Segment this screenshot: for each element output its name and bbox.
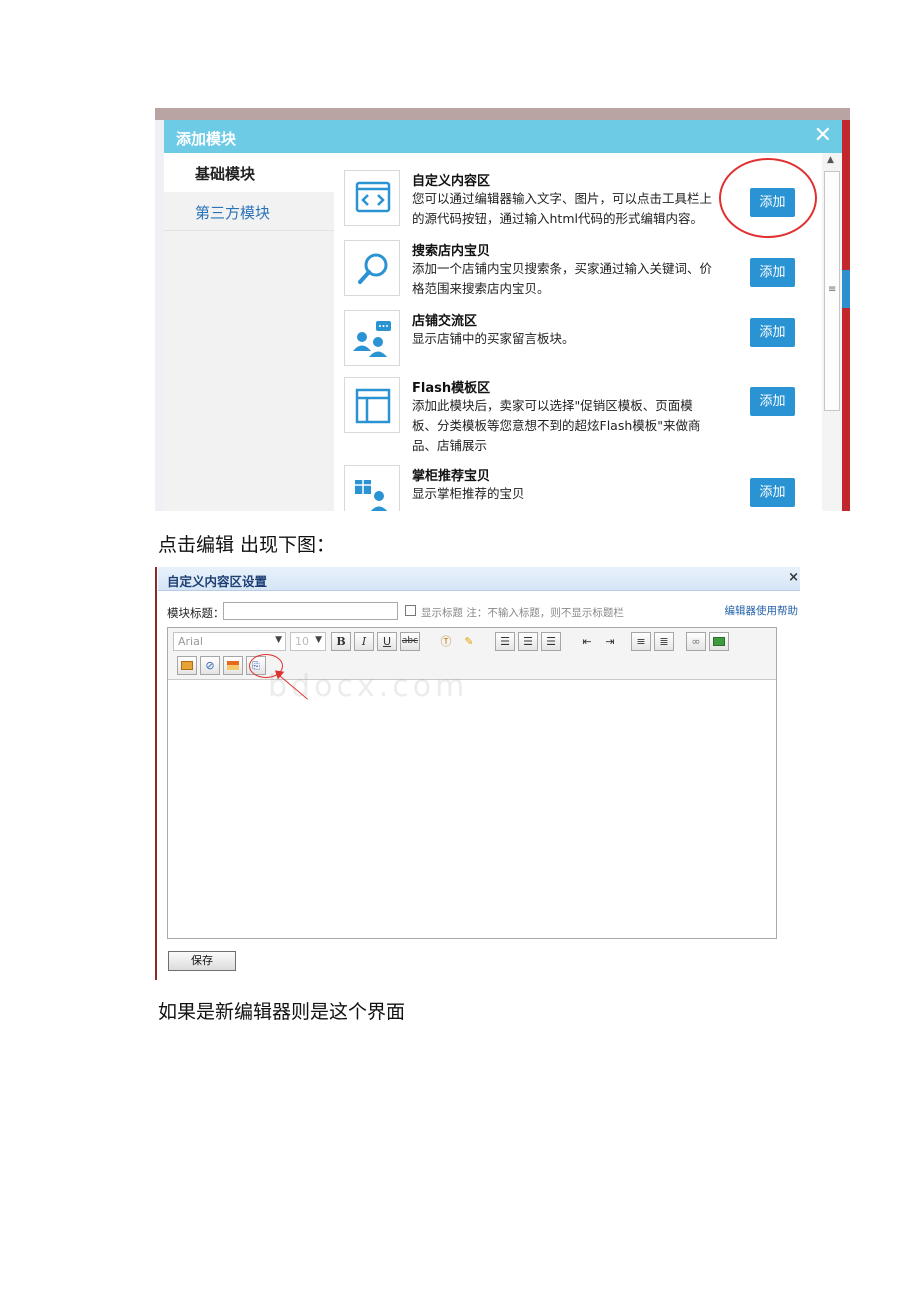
tab-basic-modules[interactable]: 基础模块 — [164, 153, 334, 192]
numbered-list-button[interactable]: ≣ — [654, 632, 674, 651]
desc-line: 显示掌柜推荐的宝贝 — [412, 486, 525, 501]
image-icon — [713, 637, 725, 646]
module-description: 您可以通过编辑器输入文字、图片，可以点击工具栏上 的源代码按钮，通过输入html… — [412, 189, 742, 229]
highlight-button[interactable]: ✎ — [459, 632, 479, 651]
table-button[interactable] — [223, 656, 243, 675]
chat-users-icon — [344, 310, 400, 366]
align-center-icon: ☰ — [523, 635, 533, 648]
caption-new-editor: 如果是新编辑器则是这个界面 — [158, 1001, 406, 1023]
module-description: 添加此模块后，卖家可以选择"促销区模板、页面模 板、分类模板等您意想不到的超炫F… — [412, 396, 742, 456]
add-module-button[interactable]: 添加 — [750, 478, 795, 507]
caption-click-edit: 点击编辑 出现下图： — [158, 534, 336, 556]
background-edge — [155, 567, 157, 980]
module-title-input[interactable] — [223, 602, 398, 620]
table-icon — [227, 661, 239, 670]
italic-button[interactable]: I — [354, 632, 374, 651]
tab-third-party-modules[interactable]: 第三方模块 — [164, 192, 334, 231]
background-page-right — [842, 120, 850, 511]
editor-title: 自定义内容区设置 — [167, 574, 268, 589]
module-description: 显示店铺中的买家留言板块。 — [412, 329, 742, 349]
code-icon — [344, 170, 400, 226]
font-size-value: 10 — [295, 635, 309, 648]
highlighter-icon: ✎ — [464, 635, 474, 648]
align-right-icon: ☰ — [546, 635, 556, 648]
bold-button[interactable]: B — [331, 632, 351, 651]
editor-content-area[interactable]: bdocx.com — [168, 669, 776, 938]
dialog-titlebar: 添加模块 ✕ — [164, 120, 842, 153]
add-module-button[interactable]: 添加 — [750, 387, 795, 416]
module-name: 搜索店内宝贝 — [412, 244, 491, 259]
background-page-left — [155, 120, 164, 511]
search-icon — [344, 240, 400, 296]
module-name: 店铺交流区 — [412, 314, 478, 329]
insert-media-button[interactable] — [177, 656, 197, 675]
close-icon[interactable]: × — [788, 570, 799, 585]
desc-line: 的源代码按钮，通过输入html代码的形式编辑内容。 — [412, 211, 703, 226]
desc-line: 添加此模块后，卖家可以选择"促销区模板、页面模 — [412, 398, 693, 413]
add-module-button[interactable]: 添加 — [750, 318, 795, 347]
editor-settings-screenshot: 自定义内容区设置 × 模块标题： 显示标题 注：不输入标题，则不显示标题栏 编辑… — [155, 567, 800, 980]
font-family-value: Arial — [178, 635, 203, 648]
save-button[interactable]: 保存 — [168, 951, 236, 971]
font-size-select[interactable]: 10 ▼ — [290, 632, 326, 651]
chevron-down-icon: ▼ — [315, 635, 322, 645]
module-title-label: 模块标题： — [167, 606, 225, 620]
font-family-select[interactable]: Arial ▼ — [173, 632, 286, 651]
dialog-title: 添加模块 — [176, 130, 237, 148]
desc-line: 格范围来搜索店内宝贝。 — [412, 281, 550, 296]
strikethrough-button[interactable]: abc — [400, 632, 420, 651]
module-description: 添加一个店铺内宝贝搜索条，买家通过输入关键词、价 格范围来搜索店内宝贝。 — [412, 259, 742, 299]
highlight-circle — [719, 158, 817, 238]
flash-button[interactable]: ⊘ — [200, 656, 220, 675]
module-name: Flash模板区 — [412, 381, 491, 396]
outdent-button[interactable]: ⇤ — [577, 632, 597, 651]
align-left-button[interactable]: ☰ — [495, 632, 515, 651]
link-icon: ∞ — [691, 635, 701, 648]
desc-line: 您可以通过编辑器输入文字、图片，可以点击工具栏上 — [412, 191, 713, 206]
chevron-down-icon: ▼ — [275, 635, 282, 645]
text-color-icon: Ⓣ — [440, 635, 452, 648]
module-description: 显示掌柜推荐的宝贝 — [412, 484, 742, 504]
flash-icon: ⊘ — [205, 659, 215, 672]
desc-line: 品、店铺展示 — [412, 438, 488, 453]
close-icon[interactable]: ✕ — [814, 123, 832, 148]
module-name: 掌柜推荐宝贝 — [412, 469, 491, 484]
align-center-button[interactable]: ☰ — [518, 632, 538, 651]
indent-icon: ⇥ — [605, 635, 615, 648]
editor-titlebar: 自定义内容区设置 × — [158, 567, 800, 591]
grip-icon: ≡ — [828, 284, 837, 295]
underline-button[interactable]: U — [377, 632, 397, 651]
layout-icon — [344, 377, 400, 433]
scroll-thumb[interactable]: ≡ — [824, 171, 840, 411]
text-color-button[interactable]: Ⓣ — [436, 632, 456, 651]
show-title-checkbox[interactable] — [405, 605, 416, 616]
numbered-list-icon: ≣ — [659, 635, 669, 648]
editor-help-link[interactable]: 编辑器使用帮助 — [725, 603, 799, 618]
desc-line: 板、分类模板等您意想不到的超炫Flash模板"来做商 — [412, 418, 701, 433]
link-button[interactable]: ∞ — [686, 632, 706, 651]
media-icon — [181, 661, 193, 670]
bullet-list-button[interactable]: ≡ — [631, 632, 651, 651]
desc-line: 添加一个店铺内宝贝搜索条，买家通过输入关键词、价 — [412, 261, 713, 276]
module-name: 自定义内容区 — [412, 174, 491, 189]
add-module-button[interactable]: 添加 — [750, 258, 795, 287]
bullet-list-icon: ≡ — [636, 635, 646, 648]
watermark: bdocx.com — [268, 669, 469, 704]
scrollbar[interactable]: ▲ ≡ — [822, 153, 842, 511]
align-right-button[interactable]: ☰ — [541, 632, 561, 651]
background-page-strip — [155, 108, 850, 120]
image-button[interactable] — [709, 632, 729, 651]
module-category-sidebar: 基础模块 第三方模块 — [164, 153, 334, 511]
outdent-icon: ⇤ — [582, 635, 592, 648]
show-title-label: 显示标题 注：不输入标题，则不显示标题栏 — [421, 607, 624, 619]
align-left-icon: ☰ — [500, 635, 510, 648]
add-module-screenshot: 添加模块 ✕ 基础模块 第三方模块 自定义内容区 您可以通过编辑器输入文字、图片… — [155, 108, 850, 511]
desc-line: 显示店铺中的买家留言板块。 — [412, 331, 575, 346]
gift-user-icon — [344, 465, 400, 511]
indent-button[interactable]: ⇥ — [600, 632, 620, 651]
scroll-up-icon[interactable]: ▲ — [827, 155, 834, 165]
